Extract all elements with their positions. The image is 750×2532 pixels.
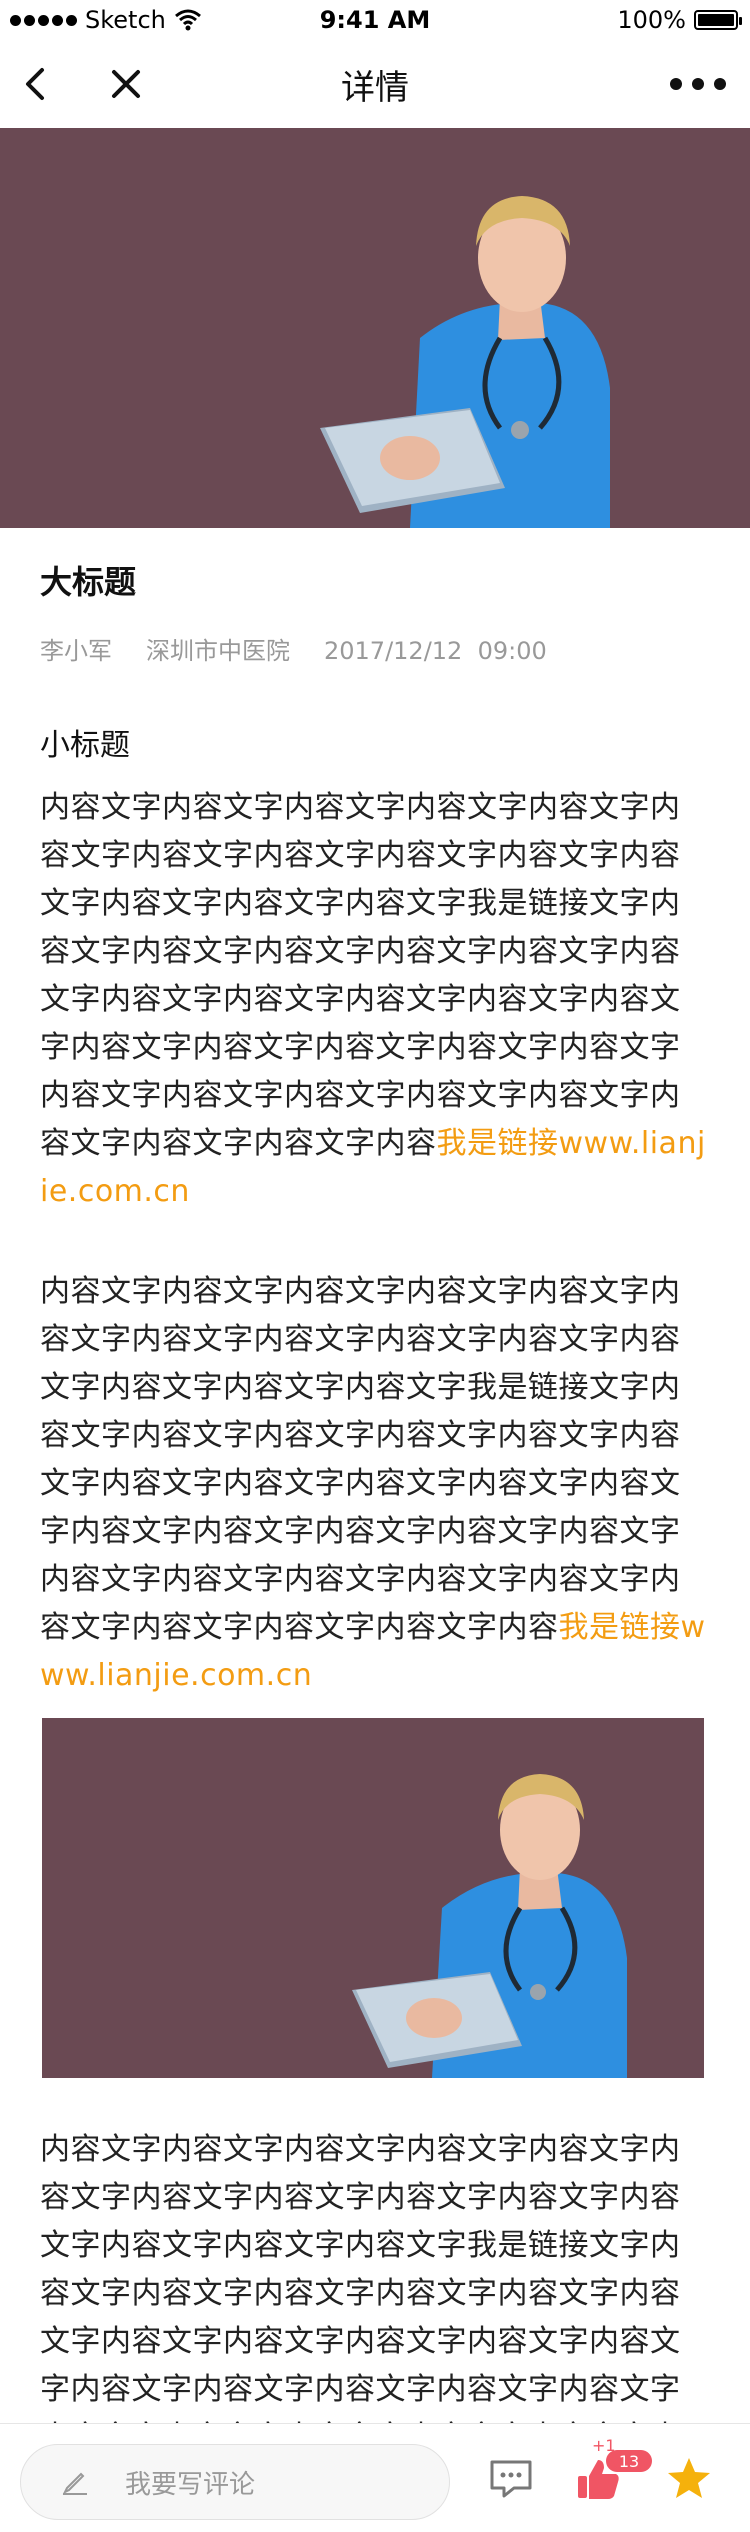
back-icon[interactable] — [14, 62, 58, 106]
more-icon[interactable] — [670, 62, 726, 106]
status-right: 100% — [617, 6, 742, 34]
paragraph-1: 内容文字内容文字内容文字内容文字内容文字内容文字内容文字内容文字内容文字内容文字… — [40, 784, 710, 1216]
comment-icon[interactable] — [486, 2454, 536, 2504]
page-title: 详情 — [341, 67, 409, 108]
paragraph-1-text: 内容文字内容文字内容文字内容文字内容文字内容文字内容文字内容文字内容文字内容文字… — [40, 790, 681, 1161]
article-title: 大标题 — [40, 563, 137, 601]
nav-bar: 详情 — [0, 40, 750, 128]
hospital: 深圳市中医院 — [146, 637, 290, 665]
comment-input[interactable]: 我要写评论 — [20, 2444, 450, 2520]
comment-placeholder: 我要写评论 — [125, 2469, 256, 2500]
pencil-icon — [62, 2472, 87, 2495]
nurse-illustration-2 — [42, 1718, 704, 2078]
article: 大标题 李小军 深圳市中医院 2017/12/12 09:00 小标题 内容文字… — [40, 560, 710, 2510]
article-subtitle: 小标题 — [40, 728, 130, 763]
inline-image — [42, 1718, 704, 2078]
publish-date: 2017/12/12 — [324, 637, 463, 665]
article-meta: 李小军 深圳市中医院 2017/12/12 09:00 — [40, 636, 710, 666]
paragraph-2-text: 内容文字内容文字内容文字内容文字内容文字内容文字内容文字内容文字内容文字内容文字… — [40, 1274, 681, 1645]
battery-percent: 100% — [617, 6, 686, 34]
hero-image — [0, 128, 750, 528]
paragraph-2: 内容文字内容文字内容文字内容文字内容文字内容文字内容文字内容文字内容文字内容文字… — [40, 1268, 710, 1700]
status-bar: Sketch 9:41 AM 100% — [0, 0, 750, 40]
author: 李小军 — [40, 637, 112, 665]
star-icon[interactable] — [664, 2454, 714, 2504]
nurse-illustration — [0, 128, 750, 528]
publish-time: 09:00 — [477, 637, 547, 665]
publish-datetime: 2017/12/12 09:00 — [324, 636, 547, 666]
battery-icon — [694, 10, 742, 30]
bottom-bar: 我要写评论 +1 13 — [0, 2423, 750, 2532]
close-icon[interactable] — [104, 62, 148, 106]
like-count-badge: 13 — [606, 2450, 652, 2472]
